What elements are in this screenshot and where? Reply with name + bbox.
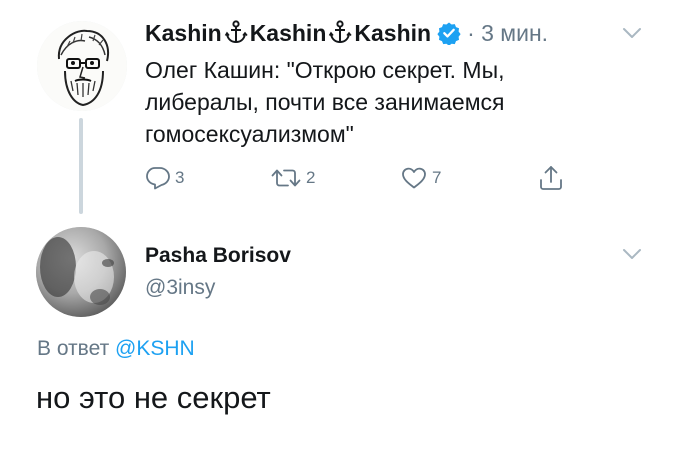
display-name-part-2: Kashin (249, 20, 327, 46)
avatar-portrait-sketch (37, 21, 127, 111)
reply-tweet-text: но это не секрет (36, 380, 271, 415)
avatar-kashin[interactable] (37, 21, 127, 111)
reply-icon (146, 167, 170, 190)
like-button[interactable]: 7 (400, 166, 441, 190)
display-name-part-3: Kashin (354, 20, 432, 46)
reply-handle[interactable]: @3insy (145, 276, 215, 300)
replying-to: В ответ @KSHN (37, 337, 195, 361)
chevron-down-icon[interactable] (622, 26, 642, 45)
avatar-pasha-borisov[interactable] (36, 227, 126, 317)
display-name[interactable]: Kashin Kashin Kashin (145, 19, 431, 47)
retweet-button[interactable]: 2 (270, 166, 315, 190)
display-name-part-1: Kashin (145, 20, 222, 46)
avatar-photo-blurred (36, 227, 126, 317)
verified-badge-icon (437, 21, 461, 45)
tweet-text-line: гомосексуализмом" (145, 121, 354, 147)
anchor-icon (224, 20, 248, 44)
share-button[interactable] (537, 164, 565, 192)
reply-display-name[interactable]: Pasha Borisov (145, 244, 291, 268)
reply-button[interactable]: 3 (145, 166, 184, 190)
tweet-text-line: Олег Кашин: "Открою секрет. Мы, (145, 57, 505, 83)
tweet-header: Kashin Kashin Kashin · 3 мин. (145, 16, 548, 50)
tweet-timestamp[interactable]: · 3 мин. (467, 20, 548, 47)
tweet-text: Олег Кашин: "Открою секрет. Мы, либералы… (145, 54, 615, 150)
retweet-icon (271, 169, 301, 187)
like-count: 7 (432, 168, 442, 187)
chevron-down-icon[interactable] (622, 247, 642, 266)
share-icon (540, 166, 562, 190)
anchor-icon (329, 20, 352, 44)
reply-mention-link[interactable]: @KSHN (115, 337, 195, 360)
thread-connector-line (79, 118, 83, 214)
retweet-count: 2 (306, 168, 316, 187)
reply-to-prefix: В ответ (37, 337, 110, 360)
like-icon (402, 167, 426, 189)
reply-count: 3 (175, 168, 185, 187)
tweet-text-line: либералы, почти все занимаемся (145, 89, 505, 115)
